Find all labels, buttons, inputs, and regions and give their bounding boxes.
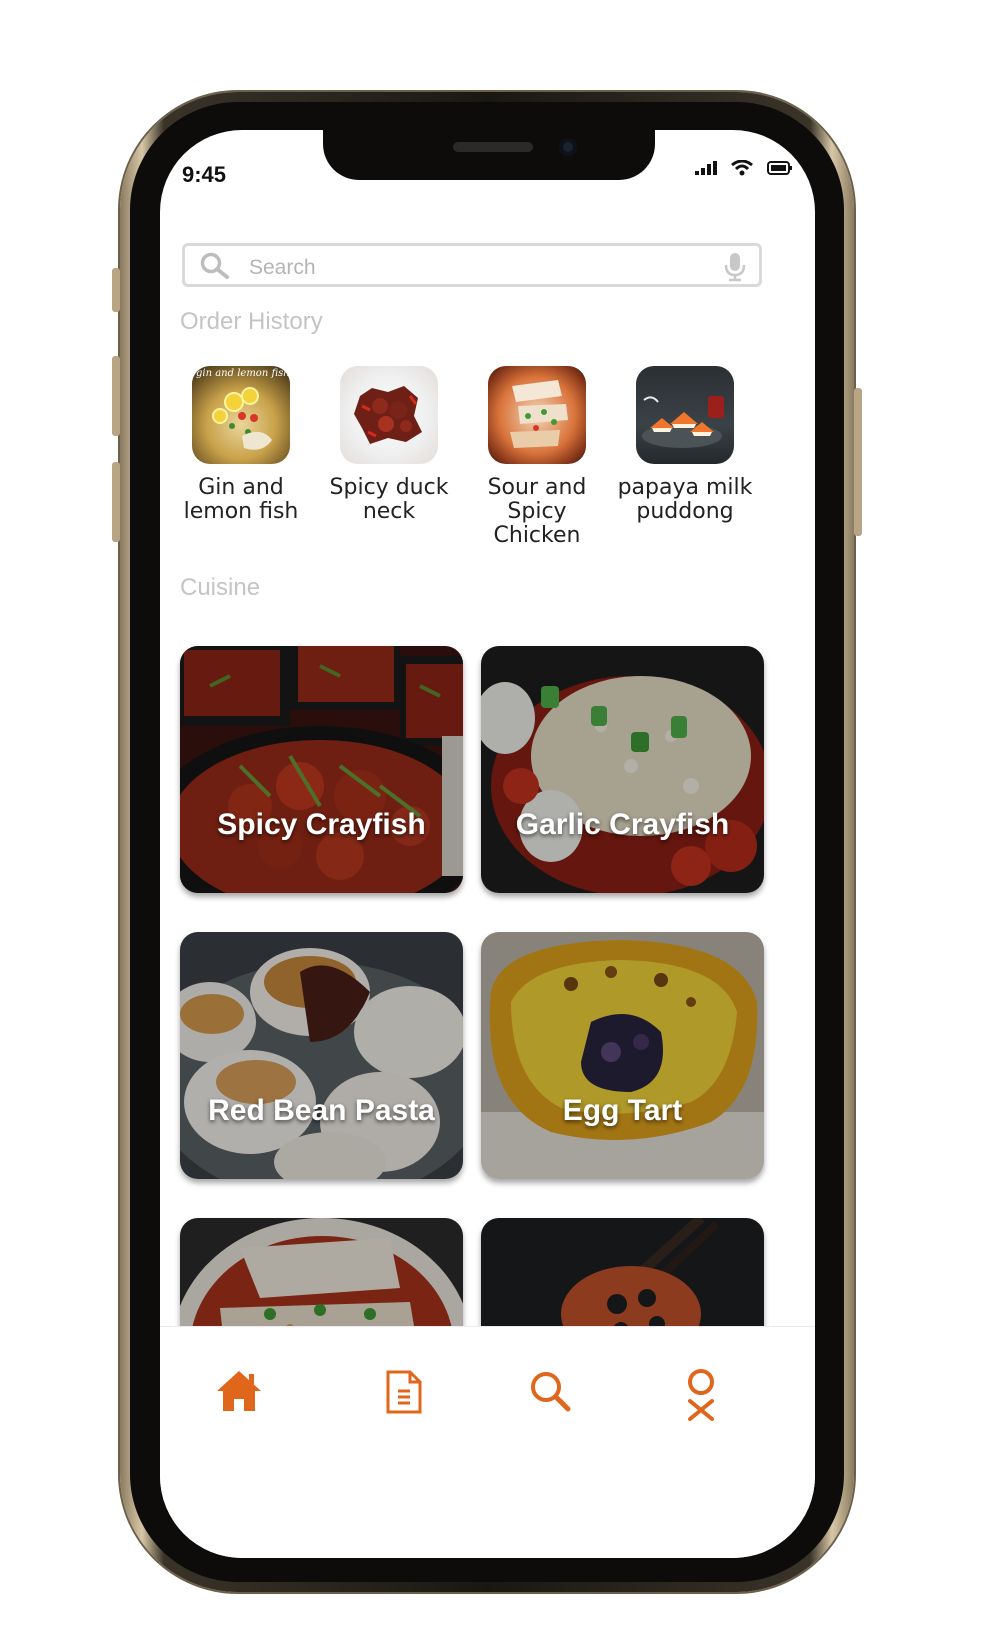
cuisine-card-garlic-crayfish[interactable]: Garlic Crayfish	[481, 646, 764, 893]
cuisine-heading: Cuisine	[180, 574, 261, 601]
history-thumbnail: gin and lemon fish	[192, 366, 290, 464]
status-icons	[695, 160, 793, 176]
cuisine-card-label: Garlic Crayfish	[515, 808, 730, 841]
tab-orders[interactable]	[384, 1369, 424, 1420]
tab-home[interactable]	[216, 1369, 262, 1418]
speaker-grille	[453, 142, 533, 152]
microphone-icon[interactable]	[723, 252, 747, 282]
search-bar[interactable]: Search	[182, 243, 762, 287]
history-item-label: Spicy duck neck	[329, 475, 449, 524]
history-item-papaya-milk-pudding[interactable]: papaya milk puddong	[610, 366, 760, 524]
front-camera	[559, 138, 577, 156]
history-thumbnail	[340, 366, 438, 464]
tab-profile[interactable]	[684, 1369, 718, 1426]
volume-up-button	[112, 356, 120, 436]
cuisine-grid: Spicy Crayfish Garlic Crayfish Red Bean …	[180, 646, 766, 1465]
silent-switch	[112, 268, 120, 312]
search-icon	[531, 1372, 571, 1412]
battery-icon	[767, 161, 792, 175]
cuisine-card-label: Spicy Crayfish	[217, 808, 426, 841]
cuisine-card-egg-tart[interactable]: Egg Tart	[481, 932, 764, 1179]
history-item-label: Gin and lemon fish	[183, 475, 299, 524]
home-icon	[217, 1371, 261, 1411]
search-placeholder: Search	[249, 256, 316, 279]
duck-neck-image	[354, 386, 422, 444]
lemon-slices-image	[212, 387, 272, 450]
signal-icon	[695, 161, 717, 175]
order-history-heading: Order History	[180, 308, 323, 335]
papaya-pudding-image	[642, 396, 724, 448]
volume-down-button	[112, 462, 120, 542]
profile-icon	[688, 1369, 714, 1421]
history-item-sour-spicy-chicken[interactable]: Sour and Spicy Chicken	[462, 366, 612, 548]
cuisine-card-label: Red Bean Pasta	[208, 1094, 435, 1127]
history-item-label: papaya milk puddong	[617, 475, 753, 524]
status-time: 9:45	[182, 162, 227, 187]
order-history-list: gin and lemon fish Gin and lemon fish Spi…	[160, 366, 815, 548]
bottom-tab-bar	[160, 1326, 815, 1558]
phone-screen: 9:45 Search Order History gin and lemon …	[160, 130, 815, 1558]
history-item-spicy-duck-neck[interactable]: Spicy duck neck	[314, 366, 464, 524]
tab-search[interactable]	[528, 1369, 572, 1418]
thumbnail-caption: gin and lemon fish	[196, 368, 290, 379]
wifi-icon	[731, 160, 753, 176]
history-item-label: Sour and Spicy Chicken	[487, 475, 587, 548]
document-icon	[386, 1370, 422, 1414]
notch	[323, 130, 655, 180]
search-icon	[200, 252, 229, 279]
cuisine-card-spicy-crayfish[interactable]: Spicy Crayfish	[180, 646, 463, 893]
history-thumbnail	[488, 366, 586, 464]
spicy-chicken-image	[510, 380, 568, 448]
cuisine-card-red-bean-pasta[interactable]: Red Bean Pasta	[180, 932, 463, 1179]
history-thumbnail	[636, 366, 734, 464]
cuisine-card-label: Egg Tart	[562, 1094, 683, 1127]
power-button	[854, 388, 862, 536]
history-item-gin-lemon-fish[interactable]: gin and lemon fish Gin and lemon fish	[166, 366, 316, 524]
